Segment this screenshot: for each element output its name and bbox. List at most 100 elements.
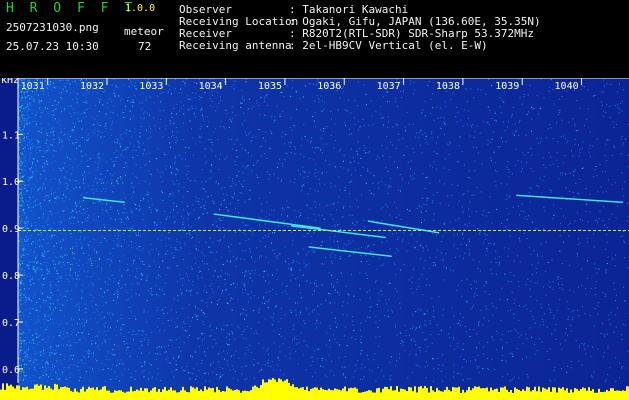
noise-speck <box>164 154 166 156</box>
noise-speck <box>216 180 217 182</box>
noise-speck <box>139 235 141 237</box>
noise-speck <box>18 354 20 356</box>
noise-speck <box>21 94 23 96</box>
noise-speck <box>223 186 225 188</box>
noise-speck <box>468 238 470 240</box>
noise-speck <box>78 182 80 184</box>
noise-speck <box>59 139 61 141</box>
noise-speck <box>315 280 317 282</box>
noise-speck <box>61 363 63 365</box>
noise-speck <box>566 301 568 303</box>
noise-speck <box>366 291 368 293</box>
noise-speck <box>75 202 76 203</box>
noise-speck <box>29 329 31 331</box>
noise-speck <box>113 185 115 187</box>
noise-speck <box>312 376 313 378</box>
noise-speck <box>69 143 70 145</box>
noise-speck <box>135 149 137 151</box>
noise-speck <box>28 129 30 131</box>
noise-speck <box>289 357 291 359</box>
noise-speck <box>515 164 517 166</box>
noise-speck <box>395 147 397 149</box>
noise-speck <box>53 325 55 327</box>
noise-speck <box>437 357 439 359</box>
noise-speck <box>506 207 508 209</box>
noise-speck <box>48 351 50 353</box>
noise-speck <box>79 323 81 325</box>
noise-speck <box>265 140 266 142</box>
noise-speck <box>35 369 37 371</box>
noise-speck <box>165 307 167 309</box>
noise-speck <box>42 149 44 151</box>
noise-speck <box>35 308 37 310</box>
noise-speck <box>89 318 91 320</box>
noise-speck <box>41 217 43 219</box>
noise-speck <box>122 324 124 326</box>
noise-speck <box>122 156 124 158</box>
noise-speck <box>33 201 35 203</box>
noise-speck <box>406 250 408 252</box>
noise-speck <box>30 354 32 356</box>
noise-speck <box>195 116 196 118</box>
noise-speck <box>47 326 49 328</box>
noise-speck <box>136 270 138 272</box>
noise-speck <box>303 184 305 186</box>
noise-speck <box>24 136 26 137</box>
noise-speck <box>609 323 611 325</box>
noise-speck <box>59 354 61 355</box>
noise-speck <box>360 329 361 331</box>
noise-speck <box>123 132 125 134</box>
noise-speck <box>613 282 615 284</box>
noise-speck <box>243 99 245 101</box>
noise-speck <box>180 247 182 249</box>
noise-speck <box>160 92 162 94</box>
noise-speck <box>24 95 26 97</box>
noise-speck <box>513 303 515 304</box>
noise-speck <box>123 324 125 325</box>
noise-speck <box>242 124 243 126</box>
noise-speck <box>80 236 81 238</box>
noise-speck <box>592 376 594 378</box>
noise-speck <box>224 283 226 285</box>
noise-speck <box>134 95 136 97</box>
noise-speck <box>417 249 419 251</box>
noise-speck <box>61 337 63 339</box>
noise-speck <box>33 360 35 362</box>
noise-speck <box>30 103 32 105</box>
noise-speck <box>157 95 159 97</box>
noise-speck <box>573 175 574 177</box>
noise-speck <box>432 262 434 264</box>
noise-speck <box>72 130 74 132</box>
noise-speck <box>96 115 98 117</box>
noise-speck <box>139 294 140 296</box>
noise-speck <box>433 262 435 264</box>
noise-speck <box>223 324 225 326</box>
noise-speck <box>145 100 147 101</box>
noise-speck <box>129 227 131 229</box>
noise-speck <box>41 112 43 113</box>
noise-speck <box>212 338 214 340</box>
noise-speck <box>23 209 24 211</box>
noise-speck <box>21 192 23 194</box>
noise-speck <box>53 222 55 224</box>
noise-speck <box>424 219 425 221</box>
noise-speck <box>501 334 503 336</box>
noise-speck <box>198 241 200 243</box>
noise-speck <box>313 250 315 252</box>
noise-speck <box>75 239 77 241</box>
noise-speck <box>95 202 96 204</box>
noise-speck <box>186 78 188 80</box>
noise-speck <box>289 346 290 348</box>
noise-speck <box>201 181 203 183</box>
noise-speck <box>186 267 188 269</box>
noise-speck <box>197 338 199 340</box>
noise-speck <box>340 149 341 151</box>
noise-speck <box>50 131 52 133</box>
noise-speck <box>63 366 65 368</box>
noise-speck <box>125 291 127 293</box>
noise-speck <box>100 136 102 138</box>
noise-speck <box>81 79 82 81</box>
noise-speck <box>181 367 183 369</box>
noise-speck <box>182 327 184 329</box>
noise-speck <box>478 322 480 324</box>
